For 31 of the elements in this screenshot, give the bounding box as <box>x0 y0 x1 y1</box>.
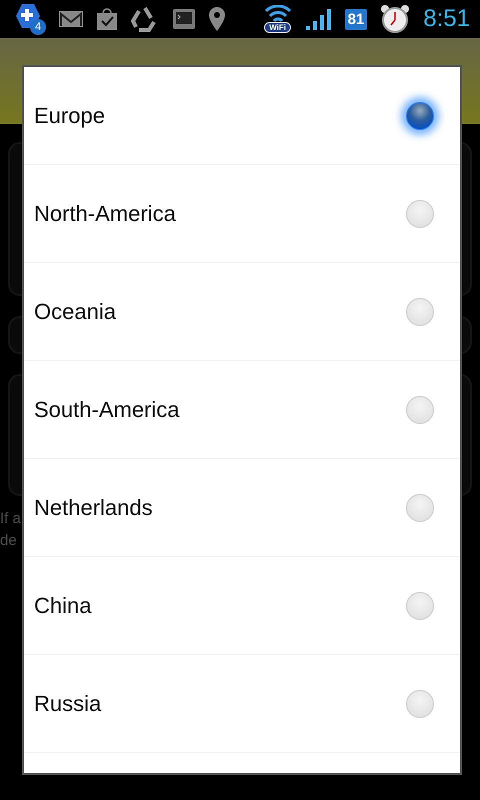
radio-button[interactable] <box>406 592 434 620</box>
background-text: If a <box>0 509 22 529</box>
option-row[interactable]: South-America <box>24 361 460 459</box>
option-row[interactable]: North-America <box>24 165 460 263</box>
option-label: Netherlands <box>34 494 153 520</box>
radio-button[interactable] <box>406 690 434 718</box>
option-label: China <box>34 592 92 618</box>
mail-icon <box>58 10 84 28</box>
option-row[interactable]: Russia <box>24 655 460 753</box>
signal-icon <box>304 7 333 31</box>
battery-level: 81 <box>344 8 368 30</box>
radio-button[interactable] <box>406 298 434 326</box>
option-label: Oceania <box>34 298 116 324</box>
bag-check-icon <box>96 7 118 31</box>
location-pin-icon <box>208 6 226 32</box>
radio-button[interactable] <box>406 494 434 522</box>
terminal-icon <box>172 8 196 30</box>
radio-button[interactable] <box>406 396 434 424</box>
option-row[interactable]: China <box>24 557 460 655</box>
option-label: South-America <box>34 396 180 422</box>
option-row[interactable]: Netherlands <box>24 459 460 557</box>
alarm-clock-icon <box>379 3 412 35</box>
option-row[interactable]: Oceania <box>24 263 460 361</box>
clock-time: 8:51 <box>423 5 470 33</box>
option-row[interactable]: Europe <box>24 67 460 165</box>
option-label: Europe <box>34 102 105 128</box>
radio-button[interactable] <box>406 200 434 228</box>
radio-button[interactable] <box>406 102 434 130</box>
option-label: Russia <box>34 690 102 716</box>
background-text: de <box>0 531 18 551</box>
option-label: North-America <box>34 200 176 226</box>
